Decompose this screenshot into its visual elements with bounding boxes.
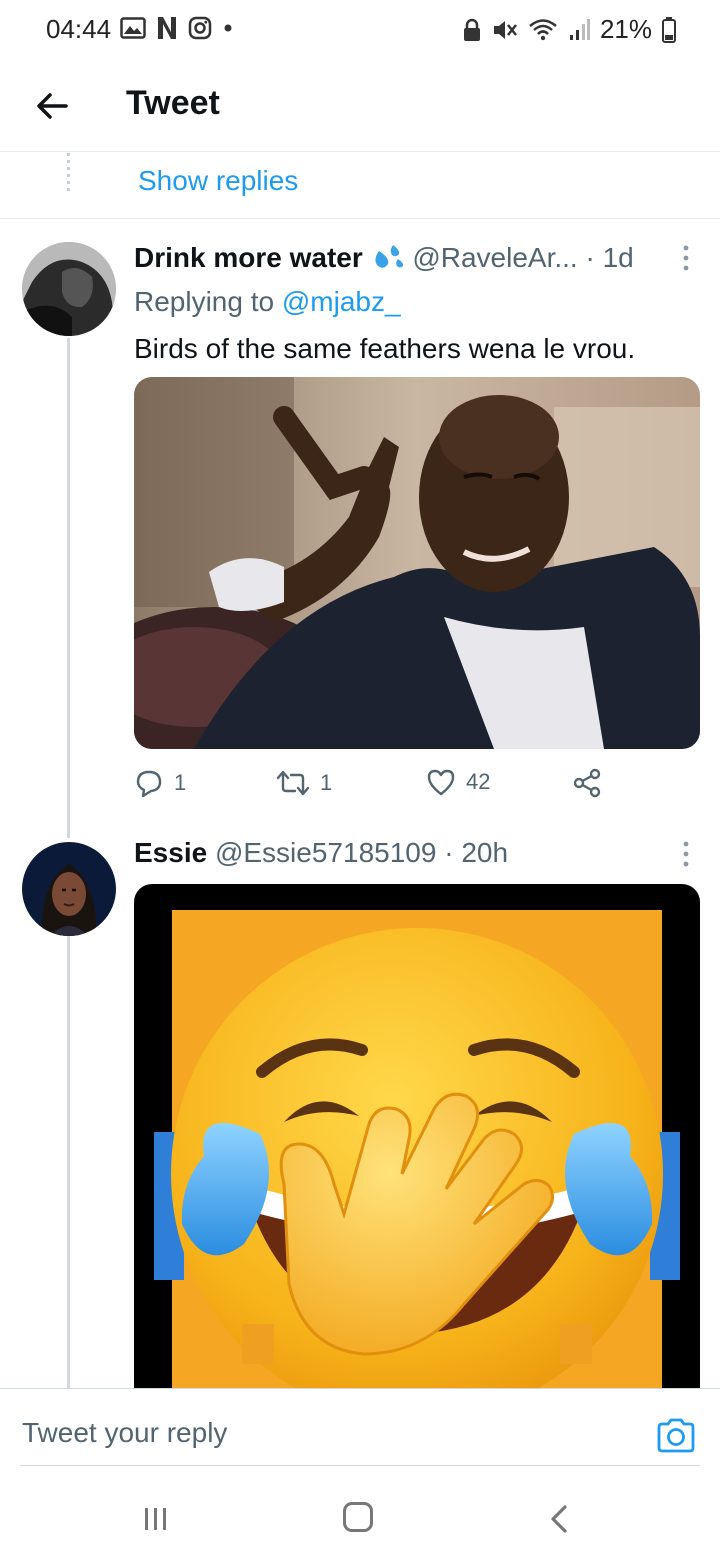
- lock-icon: [463, 18, 480, 41]
- laughing-emoji-image: [134, 884, 700, 1388]
- reply-count: 1: [174, 770, 187, 795]
- netflix-icon: [158, 17, 176, 39]
- thread-line: [67, 936, 70, 1388]
- tweet-photo[interactable]: [134, 884, 700, 1388]
- app-header: Tweet: [0, 60, 720, 152]
- more-icon[interactable]: [680, 244, 692, 272]
- like-action[interactable]: 42: [426, 768, 490, 796]
- status-bar: 04:44 21%: [0, 0, 720, 60]
- timestamp[interactable]: 1d: [603, 242, 634, 273]
- status-left-icons: [120, 16, 234, 40]
- avatar-image: [22, 242, 116, 336]
- system-back-icon[interactable]: [548, 1504, 570, 1534]
- avatar[interactable]: [22, 242, 116, 336]
- camera-icon[interactable]: [656, 1417, 696, 1453]
- avatar-image: [22, 842, 116, 936]
- share-icon: [573, 768, 601, 798]
- home-button[interactable]: [343, 1502, 373, 1532]
- separator: ·: [585, 242, 595, 273]
- reply-input[interactable]: Tweet your reply: [22, 1417, 227, 1449]
- signal-icon: [569, 18, 590, 40]
- battery-percent: 21%: [599, 14, 652, 44]
- mute-icon: [493, 20, 517, 39]
- separator: ·: [444, 837, 454, 868]
- dot-icon: [224, 24, 232, 32]
- more-icon[interactable]: [680, 840, 692, 868]
- wifi-icon: [529, 18, 557, 40]
- system-nav-bar: [0, 1466, 720, 1560]
- reply-composer: Tweet your reply: [0, 1388, 720, 1466]
- avatar[interactable]: [22, 842, 116, 936]
- retweet-count: 1: [320, 770, 333, 795]
- like-count: 42: [466, 769, 491, 794]
- sweat-droplets-icon: [374, 245, 403, 268]
- reply-icon: [136, 770, 162, 798]
- reply-action[interactable]: 1: [134, 768, 186, 798]
- replying-mention[interactable]: @mjabz_: [282, 286, 401, 317]
- retweet-action[interactable]: 1: [276, 768, 332, 798]
- instagram-icon: [188, 16, 212, 40]
- replying-prefix: Replying to: [134, 286, 275, 317]
- share-action[interactable]: [572, 768, 602, 798]
- tweet-actions: 1 1 42: [134, 768, 614, 808]
- tweet-text: Birds of the same feathers wena le vrou.: [134, 333, 636, 364]
- tweet-header: Essie @Essie57185109 · 20h: [134, 837, 508, 869]
- battery-icon: [662, 16, 676, 43]
- display-name[interactable]: Drink more water: [134, 242, 363, 273]
- handle[interactable]: @Essie57185109: [215, 837, 436, 868]
- replying-to: Replying to @mjabz_: [134, 286, 401, 318]
- retweet-icon: [276, 770, 310, 796]
- handle[interactable]: @RaveleAr...: [412, 242, 577, 273]
- display-name[interactable]: Essie: [134, 837, 207, 868]
- thread-line: [67, 338, 70, 838]
- page-title: Tweet: [126, 84, 220, 122]
- thread-dotted-line: [67, 153, 70, 193]
- tweet-header: Drink more water @RaveleAr... · 1d: [134, 242, 634, 274]
- tweet-photo[interactable]: [134, 377, 700, 749]
- recents-icon[interactable]: [142, 1506, 170, 1532]
- show-replies-row: Show replies: [0, 153, 720, 219]
- status-time: 04:44: [46, 14, 112, 44]
- gallery-icon: [120, 17, 146, 39]
- photo-image: [134, 377, 700, 749]
- heart-icon: [427, 769, 455, 796]
- timestamp[interactable]: 20h: [461, 837, 508, 868]
- show-replies-link[interactable]: Show replies: [138, 165, 298, 197]
- status-right: 21%: [462, 14, 676, 45]
- back-arrow-icon[interactable]: [32, 86, 72, 126]
